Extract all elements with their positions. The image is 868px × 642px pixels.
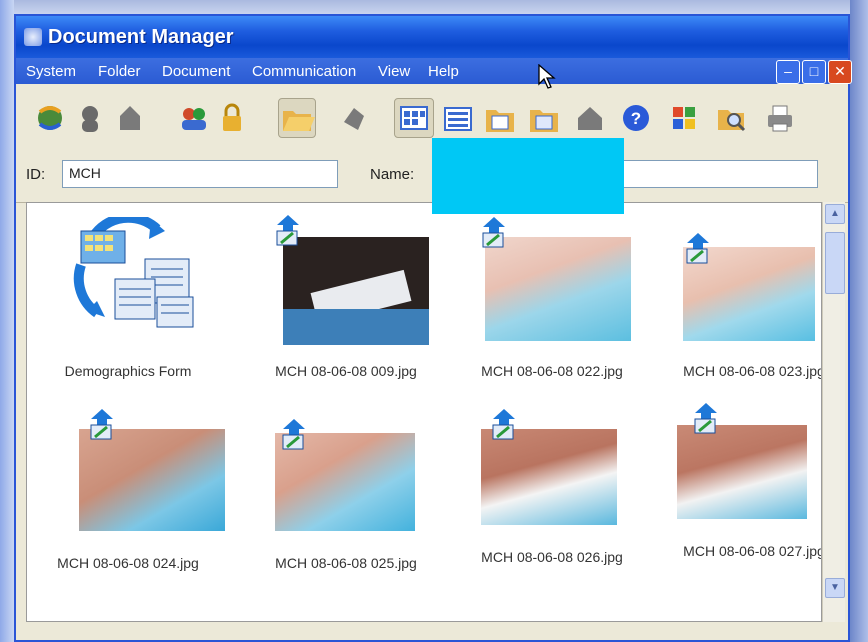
windows-flag-icon[interactable] <box>668 102 700 134</box>
photo-top-edge <box>0 0 868 14</box>
monitor-bezel-right <box>850 0 868 642</box>
document-tile[interactable]: MCH 08-06-08 024.jpg <box>33 399 225 579</box>
document-caption: MCH 08-06-08 026.jpg <box>481 549 623 565</box>
monitor-bezel-left <box>0 0 14 642</box>
menu-document[interactable]: Document <box>162 63 230 80</box>
list-view-icon[interactable] <box>442 102 474 134</box>
folder-search-icon[interactable] <box>716 102 748 134</box>
id-field[interactable]: MCH <box>62 160 338 188</box>
photo-thumbnail <box>677 425 807 519</box>
folder-open-icon[interactable] <box>278 98 316 138</box>
document-tile[interactable]: MCH 08-06-08 009.jpg <box>251 207 441 387</box>
id-label: ID: <box>26 166 46 183</box>
tag-gray-icon[interactable] <box>114 102 146 134</box>
document-caption: MCH 08-06-08 022.jpg <box>481 363 623 379</box>
title-bar[interactable]: Document Manager <box>16 16 848 58</box>
lock-icon[interactable] <box>216 102 248 134</box>
photo-thumbnail <box>481 429 617 525</box>
grid-view-icon[interactable] <box>394 98 434 138</box>
app-icon <box>24 28 42 46</box>
menu-view[interactable]: View <box>378 63 410 80</box>
document-upload-icon <box>271 213 305 247</box>
photo-thumbnail <box>283 237 429 345</box>
svg-text:?: ? <box>631 109 641 128</box>
document-caption: MCH 08-06-08 025.jpg <box>275 555 417 571</box>
maximize-button[interactable]: □ <box>802 60 826 84</box>
photo-thumbnail <box>485 237 631 341</box>
photo-thumbnail <box>79 429 225 531</box>
minimize-button[interactable]: – <box>776 60 800 84</box>
document-upload-icon <box>487 407 521 441</box>
document-upload-icon <box>477 215 511 249</box>
document-caption: Demographics Form <box>64 363 192 379</box>
redaction-box <box>432 138 624 214</box>
person-gray-icon[interactable] <box>74 102 106 134</box>
document-upload-icon <box>277 417 311 451</box>
window-title: Document Manager <box>48 26 234 48</box>
document-grid: Demographics Form MCH 08-06-08 009.jpg M… <box>26 202 822 622</box>
document-tile[interactable]: MCH 08-06-08 022.jpg <box>457 207 647 387</box>
help-icon[interactable]: ? <box>620 102 652 134</box>
menu-folder[interactable]: Folder <box>98 63 141 80</box>
document-manager-window: Document Manager System Folder Document … <box>14 14 852 642</box>
document-tile[interactable]: MCH 08-06-08 027.jpg <box>659 399 822 579</box>
scroll-down-icon[interactable]: ▼ <box>825 578 845 598</box>
document-tile[interactable]: MCH 08-06-08 025.jpg <box>251 399 441 579</box>
demographics-form-icon <box>53 212 199 328</box>
document-upload-icon <box>681 231 715 265</box>
scroll-thumb[interactable] <box>825 232 845 294</box>
document-upload-icon <box>85 407 119 441</box>
menu-bar: System Folder Document Communication Vie… <box>16 58 848 84</box>
menu-help[interactable]: Help <box>428 63 459 80</box>
vertical-scrollbar[interactable]: ▲ ▼ <box>822 202 845 622</box>
house-gray-icon[interactable] <box>574 102 606 134</box>
status-bar <box>26 622 844 640</box>
folder-calendar-icon[interactable] <box>484 102 516 134</box>
document-upload-icon <box>689 401 723 435</box>
menu-communication[interactable]: Communication <box>252 63 356 80</box>
folder-table-icon[interactable] <box>528 102 560 134</box>
scroll-up-icon[interactable]: ▲ <box>825 204 845 224</box>
document-tile[interactable]: MCH 08-06-08 023.jpg <box>659 207 822 387</box>
menu-system[interactable]: System <box>26 63 76 80</box>
arrow-gray-icon[interactable] <box>338 102 370 134</box>
mouse-cursor-icon <box>538 63 558 95</box>
document-caption: MCH 08-06-08 024.jpg <box>57 555 199 571</box>
document-tile[interactable]: MCH 08-06-08 026.jpg <box>457 399 647 579</box>
document-caption: MCH 08-06-08 023.jpg <box>683 363 822 379</box>
name-label: Name: <box>370 166 415 183</box>
close-button[interactable]: ✕ <box>828 60 852 84</box>
printer-icon[interactable] <box>764 102 796 134</box>
document-caption: MCH 08-06-08 027.jpg <box>683 543 822 559</box>
globe-arrows-icon[interactable] <box>34 102 66 134</box>
users-icon[interactable] <box>178 102 210 134</box>
document-tile[interactable]: Demographics Form <box>33 207 223 387</box>
document-caption: MCH 08-06-08 009.jpg <box>275 363 417 379</box>
